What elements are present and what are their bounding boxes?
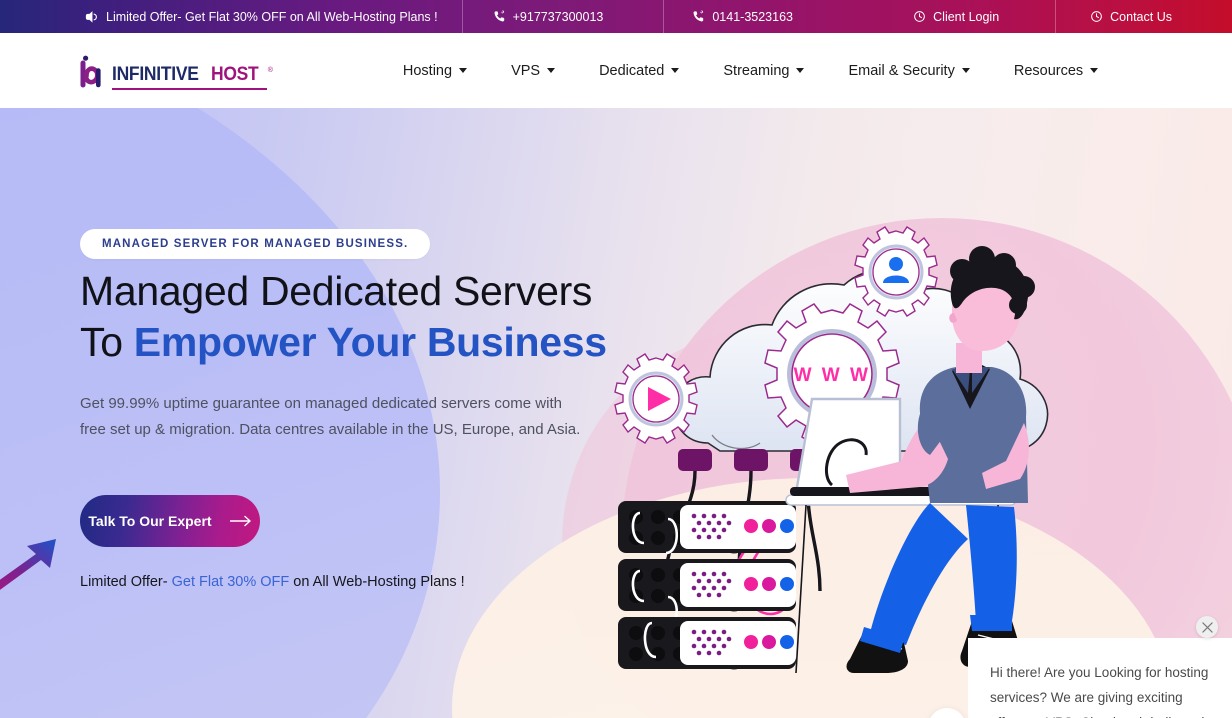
hero-heading-line1: Managed Dedicated Servers (80, 268, 593, 314)
nav-item-vps[interactable]: VPS (489, 55, 577, 87)
play-gear-icon (614, 353, 698, 444)
nav-item-label: Dedicated (599, 62, 665, 79)
chevron-down-icon (961, 68, 970, 73)
cta-label: Talk To Our Expert (88, 513, 212, 529)
clock-user-icon (1090, 10, 1103, 23)
nav-item-streaming[interactable]: Streaming (701, 55, 826, 87)
hero-offer-suffix: on All Web-Hosting Plans ! (289, 574, 465, 590)
topbar-phone-primary[interactable]: +917737300013 (463, 0, 664, 33)
top-utility-bar: Limited Offer- Get Flat 30% OFF on All W… (0, 0, 1232, 33)
nav-item-label: Hosting (402, 62, 453, 79)
nav-item-label: Email & Security (848, 62, 955, 79)
phone-ring-icon (692, 9, 705, 24)
hero-heading-line2-plain: To (80, 318, 134, 365)
infinitive-h-mark-icon (80, 54, 106, 88)
nav-item-label: Streaming (723, 62, 790, 79)
server-rack (618, 617, 796, 670)
chevron-down-icon (796, 68, 805, 73)
server-rack (618, 559, 796, 629)
logo-word-host: HOST (211, 63, 259, 85)
logo-wordmark: INFINITIVE HOST ® (112, 63, 273, 90)
close-icon (1201, 621, 1213, 633)
chat-message-text: Hi there! Are you Looking for hosting se… (990, 665, 1209, 718)
hero-heading-line2-accent: Empower Your Business (133, 318, 607, 365)
client-login-label: Client Login (933, 9, 1000, 24)
site-logo[interactable]: INFINITIVE HOST ® (80, 54, 273, 90)
nav-item-label: Resources (1013, 62, 1084, 79)
hero-badge: MANAGED SERVER FOR MANAGED BUSINESS. (80, 229, 431, 259)
megaphone-icon (84, 10, 99, 24)
hero-paragraph: Get 99.99% uptime guarantee on managed d… (80, 395, 581, 438)
nav-item-dedicated[interactable]: Dedicated (577, 55, 701, 87)
hero-offer-link[interactable]: Get Flat 30% OFF (172, 574, 290, 590)
nav-item-hosting[interactable]: Hosting (381, 55, 489, 87)
nav-item-email-security[interactable]: Email & Security (826, 55, 991, 87)
logo-underline (112, 88, 267, 90)
clock-user-icon (913, 10, 926, 23)
logo-trademark: ® (267, 66, 273, 74)
chevron-down-icon (1090, 68, 1099, 73)
topbar-offer[interactable]: Limited Offer- Get Flat 30% OFF on All W… (0, 0, 462, 33)
user-avatar-gear-icon (854, 226, 938, 317)
talk-to-our-expert-button[interactable]: Talk To Our Expert (80, 495, 260, 547)
hero-offer-line: Limited Offer- Get Flat 30% OFF on All W… (80, 574, 465, 590)
server-rack-group (618, 501, 796, 670)
phone-ring-icon (493, 9, 506, 24)
contact-us-link[interactable]: Contact Us (1056, 0, 1232, 33)
server-rack (618, 501, 796, 555)
topbar-phone-secondary-text: 0141-3523163 (712, 9, 793, 24)
logo-word-infinitive: INFINITIVE (112, 63, 199, 85)
hero-offer-prefix: Limited Offer- (80, 574, 172, 590)
chevron-down-icon (459, 68, 468, 73)
topbar-phone-secondary[interactable]: 0141-3523163 (664, 0, 833, 33)
hero-section: MANAGED SERVER FOR MANAGED BUSINESS. Man… (0, 108, 1232, 718)
chat-message-bubble: Hi there! Are you Looking for hosting se… (968, 638, 1232, 718)
client-login-link[interactable]: Client Login (899, 0, 1055, 33)
arrow-right-icon (229, 515, 252, 527)
nav-item-label: VPS (511, 62, 541, 79)
chevron-down-icon (671, 68, 680, 73)
contact-us-label: Contact Us (1110, 9, 1172, 24)
chat-close-button[interactable] (1196, 616, 1218, 638)
topbar-phone-primary-text: +917737300013 (512, 9, 604, 24)
www-label: W W W (794, 365, 871, 386)
nav-menu: Hosting VPS Dedicated Streaming Email & … (381, 55, 1120, 87)
chevron-down-icon (547, 68, 556, 73)
topbar-offer-text: Limited Offer- Get Flat 30% OFF on All W… (106, 9, 438, 24)
pointer-arrow-icon (0, 539, 56, 590)
main-navigation-bar: INFINITIVE HOST ® Hosting VPS Dedicated … (0, 33, 1232, 108)
nav-item-resources[interactable]: Resources (992, 55, 1120, 87)
